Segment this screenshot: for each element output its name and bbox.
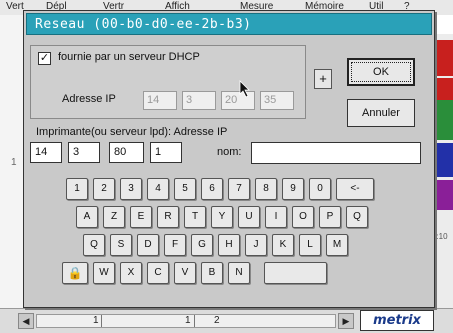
scroll-notch — [194, 315, 195, 327]
key-backspace[interactable]: <- — [336, 178, 374, 200]
key-1[interactable]: 1 — [66, 178, 88, 200]
key-l[interactable]: L — [299, 234, 321, 256]
key-4[interactable]: 4 — [147, 178, 169, 200]
color-tab[interactable] — [434, 100, 453, 140]
key-2[interactable]: 2 — [93, 178, 115, 200]
mouse-pointer-icon — [239, 80, 250, 98]
key-o[interactable]: O — [292, 206, 314, 228]
key-6[interactable]: 6 — [201, 178, 223, 200]
scroll-mark: 2 — [214, 315, 220, 326]
ip-octet-field[interactable]: 3 — [182, 91, 216, 110]
color-tab[interactable] — [434, 180, 453, 210]
dialog-title: Reseau (00-b0-d0-ee-2b-b3) — [35, 17, 252, 32]
metrix-logo: metrix — [360, 310, 434, 331]
key-f[interactable]: F — [164, 234, 186, 256]
key-i[interactable]: I — [265, 206, 287, 228]
color-tab[interactable] — [434, 143, 453, 177]
key-y[interactable]: Y — [211, 206, 233, 228]
shift-lock-icon[interactable]: 🔒 — [62, 262, 88, 284]
dhcp-group: ✓ fournie par un serveur DHCP Adresse IP… — [30, 45, 306, 119]
key-v[interactable]: V — [174, 262, 196, 284]
key-w[interactable]: W — [93, 262, 115, 284]
printer-ip-octet-field[interactable]: 1 — [150, 142, 182, 163]
key-s[interactable]: S — [110, 234, 132, 256]
background-left-pane: 1 — [0, 15, 25, 313]
key-g[interactable]: G — [191, 234, 213, 256]
key-p[interactable]: P — [319, 206, 341, 228]
scroll-mark: 1 — [93, 315, 99, 326]
key-r[interactable]: R — [157, 206, 179, 228]
key-space[interactable] — [264, 262, 327, 284]
name-field[interactable] — [251, 142, 421, 164]
key-t[interactable]: T — [184, 206, 206, 228]
dhcp-checkbox[interactable]: ✓ — [38, 52, 51, 65]
bottom-scroll-bar: ◀ 1 1 2 ▶ metrix — [0, 308, 453, 333]
key-b[interactable]: B — [201, 262, 223, 284]
ok-button[interactable]: OK — [347, 58, 415, 86]
scroll-right-button[interactable]: ▶ — [338, 313, 354, 329]
printer-ip-octet-field[interactable]: 3 — [68, 142, 100, 163]
key-u[interactable]: U — [238, 206, 260, 228]
ip-address-label: Adresse IP — [62, 93, 116, 105]
key-e[interactable]: E — [130, 206, 152, 228]
printer-ip-octet-field[interactable]: 80 — [109, 142, 144, 163]
key-q-end[interactable]: Q — [346, 206, 368, 228]
key-8[interactable]: 8 — [255, 178, 277, 200]
dhcp-label: fournie par un serveur DHCP — [58, 51, 200, 63]
scroll-notch — [101, 315, 102, 327]
color-tab[interactable] — [434, 78, 453, 100]
ip-octet-field[interactable]: 14 — [143, 91, 177, 110]
ip-octet-field[interactable]: 35 — [260, 91, 294, 110]
key-c[interactable]: C — [147, 262, 169, 284]
key-h[interactable]: H — [218, 234, 240, 256]
key-z[interactable]: Z — [103, 206, 125, 228]
key-a[interactable]: A — [76, 206, 98, 228]
printer-ip-label: Imprimante(ou serveur lpd): Adresse IP — [36, 126, 228, 138]
key-m[interactable]: M — [326, 234, 348, 256]
key-0[interactable]: 0 — [309, 178, 331, 200]
name-label: nom: — [217, 146, 242, 158]
cancel-button[interactable]: Annuler — [347, 99, 415, 127]
network-dialog: Reseau (00-b0-d0-ee-2b-b3) ✓ fournie par… — [23, 10, 435, 308]
key-d[interactable]: D — [137, 234, 159, 256]
key-7[interactable]: 7 — [228, 178, 250, 200]
key-j[interactable]: J — [245, 234, 267, 256]
key-5[interactable]: 5 — [174, 178, 196, 200]
plus-button[interactable]: + — [314, 69, 332, 89]
key-9[interactable]: 9 — [282, 178, 304, 200]
key-n[interactable]: N — [228, 262, 250, 284]
key-k[interactable]: K — [272, 234, 294, 256]
key-x[interactable]: X — [120, 262, 142, 284]
menu-item[interactable]: Vert — [6, 1, 24, 12]
scroll-mark: 1 — [185, 315, 191, 326]
printer-ip-octet-field[interactable]: 14 — [30, 142, 62, 163]
margin-mark: 1 — [11, 157, 17, 168]
key-q[interactable]: Q — [83, 234, 105, 256]
dialog-titlebar[interactable]: Reseau (00-b0-d0-ee-2b-b3) — [26, 13, 432, 35]
scroll-left-button[interactable]: ◀ — [18, 313, 34, 329]
color-tab[interactable] — [434, 40, 453, 76]
scroll-track[interactable]: 1 1 2 — [36, 314, 336, 328]
key-3[interactable]: 3 — [120, 178, 142, 200]
